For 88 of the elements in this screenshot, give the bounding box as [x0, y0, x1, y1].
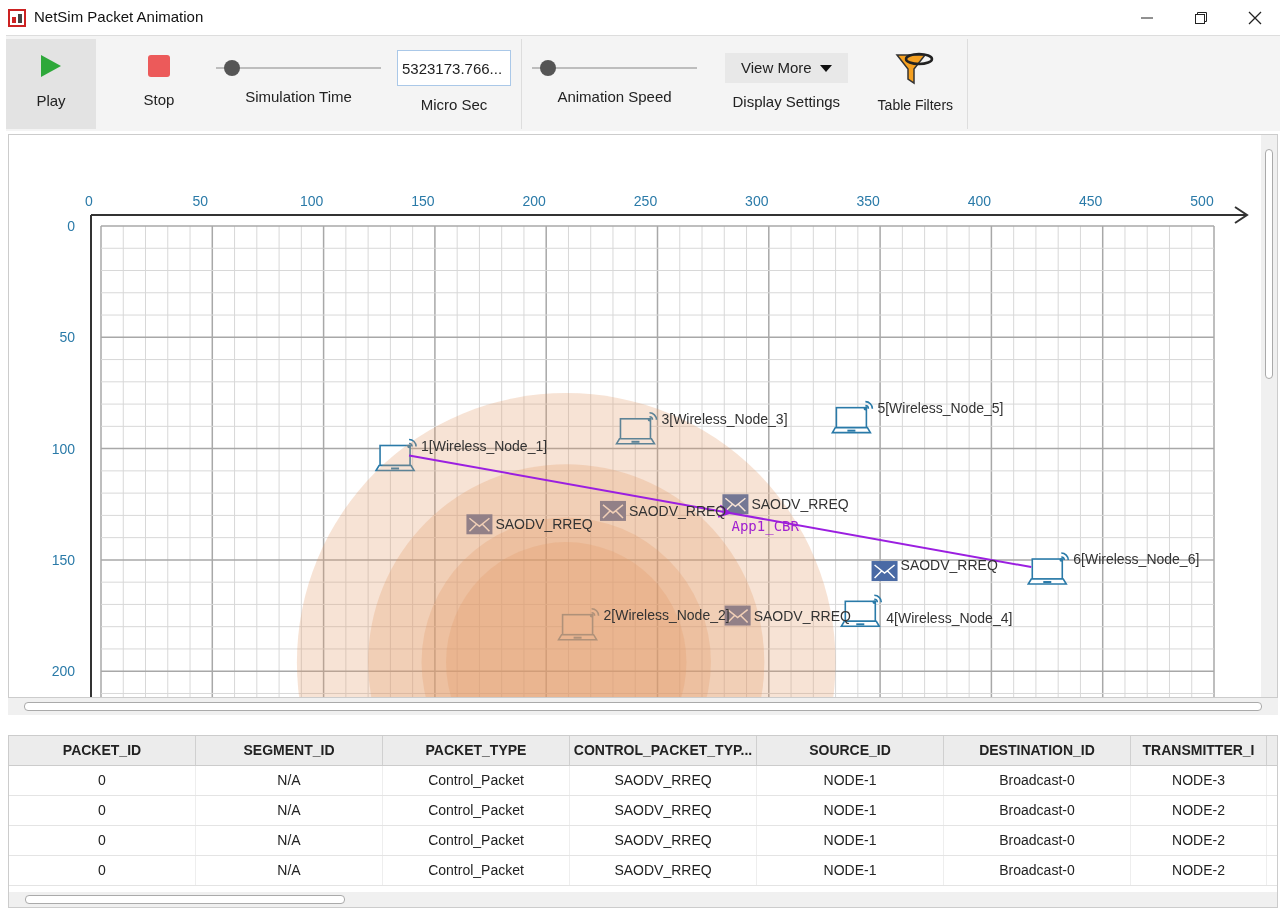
- node-label: 4[Wireless_Node_4]: [886, 610, 1013, 627]
- stop-icon: [148, 55, 170, 78]
- table-cell: 0: [9, 856, 196, 885]
- table-cell: Control_Packet: [383, 796, 570, 825]
- axis-label: 100: [51, 440, 75, 457]
- restore-icon: [1195, 11, 1207, 24]
- table-cell: Broadcast-0: [944, 766, 1131, 795]
- table-cell: N/A: [196, 796, 383, 825]
- view-more-dropdown[interactable]: View More: [725, 53, 848, 84]
- table-horizontal-scrollbar[interactable]: [9, 892, 1277, 907]
- node-label: 1[Wireless_Node_1]: [421, 437, 548, 454]
- slider-label: Simulation Time: [245, 87, 352, 108]
- slider-label: Animation Speed: [557, 87, 672, 108]
- table-cell: Broadcast-0: [944, 796, 1131, 825]
- play-button[interactable]: Play: [6, 38, 96, 129]
- axis-label: 0: [85, 193, 93, 209]
- column-header[interactable]: DESTINATION_ID: [944, 736, 1131, 765]
- axis-label: 250: [633, 193, 658, 209]
- table-cell: NODE-2: [1131, 856, 1267, 885]
- table-filters-button[interactable]: Table Filters: [877, 51, 954, 116]
- flow-label: App1_CBR: [731, 517, 799, 534]
- table-cell: Control_Packet: [383, 856, 570, 885]
- table-cell: 0: [9, 766, 196, 795]
- time-field[interactable]: 5323173.766...: [397, 50, 511, 87]
- table-cell: NODE-1: [757, 826, 944, 855]
- table-cell: Control_Packet: [383, 766, 570, 795]
- column-header[interactable]: PACKET_TYPE: [383, 736, 570, 765]
- table-cell: 0: [9, 796, 196, 825]
- table-cell: SAODV_RREQ: [570, 796, 757, 825]
- table-cell: NODE-2: [1131, 826, 1267, 855]
- slider-thumb[interactable]: [224, 60, 241, 77]
- axis-label: 50: [59, 329, 75, 346]
- axis-label: 400: [967, 193, 992, 209]
- packet-label: SAODV_RREQ: [751, 496, 849, 513]
- axis-label: 450: [1079, 193, 1103, 209]
- node-label: 6[Wireless_Node_6]: [1073, 551, 1200, 568]
- table-cell: SAODV_RREQ: [570, 826, 757, 855]
- table-cell: N/A: [196, 766, 383, 795]
- horizontal-scrollbar[interactable]: [8, 698, 1278, 715]
- vertical-scrollbar[interactable]: [1261, 135, 1277, 697]
- table-cell: NODE-1: [757, 856, 944, 885]
- table-cell: Control_Packet: [383, 826, 570, 855]
- table-cell: NODE-3: [1131, 766, 1267, 795]
- table-cell: Broadcast-0: [944, 856, 1131, 885]
- axis-label: 0: [67, 218, 75, 234]
- axis-label: 500: [1190, 193, 1214, 209]
- slider-thumb[interactable]: [540, 60, 557, 77]
- column-header[interactable]: SOURCE_ID: [757, 736, 944, 765]
- axis-label: 150: [411, 193, 435, 209]
- table-cell: Broadcast-0: [944, 826, 1131, 855]
- packet-label: SAODV_RREQ: [495, 516, 593, 533]
- axis-label: 200: [51, 663, 75, 680]
- axis-label: 200: [522, 193, 546, 209]
- close-icon: [1248, 10, 1262, 25]
- node-label: 2[Wireless_Node_2]: [603, 606, 730, 623]
- column-header[interactable]: CONTROL_PACKET_TYP...: [570, 736, 757, 765]
- laptop-icon[interactable]: [1026, 552, 1070, 585]
- axis-label: 100: [299, 193, 324, 209]
- window-title: NetSim Packet Animation: [34, 7, 204, 28]
- table-cell: N/A: [196, 856, 383, 885]
- time-unit-label: Micro Sec: [420, 95, 488, 116]
- axis-label: 350: [856, 193, 880, 209]
- table-cell: NODE-1: [757, 766, 944, 795]
- laptop-icon[interactable]: [374, 438, 417, 472]
- laptop-icon[interactable]: [830, 400, 874, 434]
- app-logo-icon: [8, 8, 26, 27]
- caret-icon: [819, 64, 832, 72]
- play-icon: [40, 54, 62, 79]
- column-header[interactable]: SEGMENT_ID: [196, 736, 383, 765]
- laptop-icon[interactable]: [615, 412, 658, 445]
- display-settings-label: Display Settings: [732, 92, 841, 113]
- funnel-icon: [895, 51, 936, 87]
- table-cell: SAODV_RREQ: [570, 856, 757, 885]
- stop-button[interactable]: Stop: [114, 38, 204, 129]
- envelope-icon[interactable]: [871, 561, 898, 582]
- table-cell: 0: [9, 826, 196, 855]
- axis-label: 300: [745, 193, 769, 209]
- table-cell: SAODV_RREQ: [570, 766, 757, 795]
- axis-label: 150: [51, 551, 75, 568]
- table-cell: NODE-1: [757, 796, 944, 825]
- packet-label: SAODV_RREQ: [900, 557, 998, 574]
- table-cell: NODE-2: [1131, 796, 1267, 825]
- node-label: 3[Wireless_Node_3]: [661, 410, 788, 427]
- column-header[interactable]: TRANSMITTER_I: [1131, 736, 1267, 765]
- axis-label: 50: [192, 193, 209, 209]
- table-cell: N/A: [196, 826, 383, 855]
- column-header[interactable]: PACKET_ID: [9, 736, 196, 765]
- node-label: 5[Wireless_Node_5]: [877, 399, 1004, 416]
